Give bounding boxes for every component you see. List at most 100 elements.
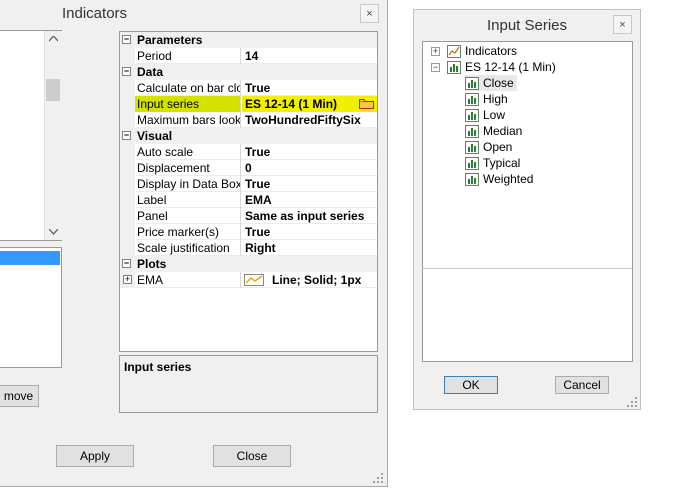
property-row-displacement[interactable]: Displacement 0 [120,160,377,176]
category-data[interactable]: − Data [120,64,377,80]
close-dialog-button[interactable]: × [613,15,632,34]
close-icon: × [366,7,373,20]
bar-chart-icon [465,157,479,171]
tree-node-label: ES 12-14 (1 Min) [465,60,556,74]
property-value[interactable]: True [242,80,377,96]
property-name: Input series [135,96,241,112]
expand-icon[interactable]: + [123,275,132,284]
tree-node-label: Typical [483,156,521,170]
tree-node-instrument[interactable]: ES 12-14 (1 Min) [447,59,556,75]
remove-button-label: move [3,389,34,403]
apply-button-label: Apply [79,449,111,463]
property-name: Label [135,192,241,208]
scroll-thumb[interactable] [46,79,60,101]
property-row-label[interactable]: Label EMA [120,192,377,208]
indicator-list[interactable] [0,30,62,241]
expand-icon[interactable]: + [431,47,440,56]
ok-button-label: OK [462,378,480,392]
property-row-scale-justification[interactable]: Scale justification Right [120,240,377,256]
remove-button[interactable]: move [0,385,39,407]
tree-node-label: Indicators [465,44,518,58]
indicator-chart-icon [447,45,461,59]
property-name: Calculate on bar close [135,80,241,96]
category-label: Visual [137,129,173,143]
close-button-label: Close [236,449,268,463]
series-tree[interactable]: + Indicators − ES 12-14 (1 Min) Close Hi… [422,41,633,269]
selected-list-item[interactable] [0,251,60,265]
category-label: Plots [137,257,167,271]
category-plots[interactable]: − Plots [120,256,377,272]
property-name: Auto scale [135,144,241,160]
resize-grip-icon[interactable] [372,472,384,484]
bar-chart-icon [465,141,479,155]
cancel-button[interactable]: Cancel [555,376,609,394]
property-value[interactable]: Same as input series [242,208,377,224]
collapse-icon[interactable]: − [122,67,131,76]
property-value[interactable]: TwoHundredFiftySix [242,112,377,128]
collapse-icon[interactable]: − [431,63,440,72]
bar-chart-icon [465,125,479,139]
category-label: Data [137,65,164,79]
input-series-dialog: Input Series × + Indicators − ES 12-14 (… [413,9,641,410]
collapse-icon[interactable]: − [122,259,131,268]
property-name: Panel [135,208,241,224]
tree-node-median[interactable]: Median [465,123,522,139]
dialog-title: Input Series [486,17,568,34]
bar-chart-icon [465,77,479,91]
property-value[interactable]: True [242,224,377,240]
tree-node-high[interactable]: High [465,91,508,107]
property-row-auto-scale[interactable]: Auto scale True [120,144,377,160]
property-value[interactable]: EMA [242,192,377,208]
configured-indicator-list[interactable] [0,247,62,368]
property-row-period[interactable]: Period 14 [120,48,377,64]
property-name: EMA [135,272,241,288]
ok-button[interactable]: OK [444,376,498,394]
property-row-calculate-on-bar-close[interactable]: Calculate on bar close True [120,80,377,96]
tree-node-indicators[interactable]: Indicators [447,43,517,59]
apply-button[interactable]: Apply [56,445,134,467]
property-row-ema-plot[interactable]: + EMA Line; Solid; 1px [120,272,377,288]
property-value[interactable]: ES 12-14 (1 Min) [242,96,377,112]
tree-node-open[interactable]: Open [465,139,512,155]
tree-node-typical[interactable]: Typical [465,155,520,171]
tree-node-label: Weighted [483,172,534,186]
property-name: Price marker(s) [135,224,241,240]
property-value[interactable]: 0 [242,160,377,176]
property-value[interactable]: Right [242,240,377,256]
tree-node-close[interactable]: Close [465,75,517,91]
tree-node-label: High [483,92,508,106]
category-parameters[interactable]: − Parameters [120,32,377,48]
description-panel: Input series [119,355,378,413]
scroll-down-icon[interactable] [49,229,58,235]
close-window-button[interactable]: × [360,4,379,23]
vertical-scrollbar[interactable] [44,31,62,240]
bar-chart-icon [447,61,461,75]
property-row-panel[interactable]: Panel Same as input series [120,208,377,224]
category-visual[interactable]: − Visual [120,128,377,144]
property-name: Maximum bars look back [137,112,241,128]
property-row-display-in-data-box[interactable]: Display in Data Box True [120,176,377,192]
folder-icon[interactable] [359,99,374,109]
property-grid: − Parameters Period 14 − Data Calculate … [119,31,378,352]
property-row-maximum-bars-look-back[interactable]: Maximum bars look back TwoHundredFiftySi… [120,112,377,128]
property-value[interactable]: True [242,176,377,192]
category-label: Parameters [137,33,203,47]
tree-node-label: Close [483,76,514,90]
line-style-swatch-icon [244,274,264,286]
collapse-icon[interactable]: − [122,35,131,44]
indicators-window: Indicators × move − Parameters Period 14… [0,0,388,487]
scroll-up-icon[interactable] [49,36,58,42]
close-icon: × [619,18,626,31]
tree-node-low[interactable]: Low [465,107,505,123]
tree-node-label: Median [483,124,523,138]
property-value[interactable]: 14 [242,48,377,64]
bar-chart-icon [465,173,479,187]
close-button[interactable]: Close [213,445,291,467]
property-name: Display in Data Box [137,176,241,192]
property-row-price-markers[interactable]: Price marker(s) True [120,224,377,240]
resize-grip-icon[interactable] [626,396,638,408]
collapse-icon[interactable]: − [122,131,131,140]
property-value[interactable]: True [242,144,377,160]
property-row-input-series[interactable]: Input series ES 12-14 (1 Min) [120,96,377,112]
tree-node-weighted[interactable]: Weighted [465,171,533,187]
